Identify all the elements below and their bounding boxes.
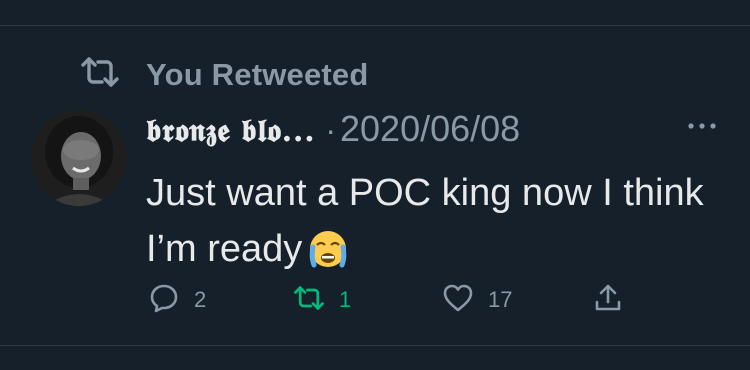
retweet-button[interactable]: 1 [293, 280, 351, 320]
retweet-count: 1 [339, 287, 352, 312]
like-button[interactable]: 17 [442, 280, 512, 320]
share-icon [592, 282, 624, 319]
tweet-actions: 2 1 17 [0, 280, 750, 320]
tweet-body: Just want a POC king now I think I’m rea… [146, 165, 706, 277]
retweet-icon [293, 282, 325, 319]
retweet-banner-label: You Retweeted [146, 56, 369, 92]
tweet-header: 𝖇𝖗𝖔𝖓𝖟𝖊 𝖇𝖑𝖔... · 2020/06/08 [146, 108, 520, 150]
retweet-banner[interactable]: You Retweeted [80, 54, 369, 95]
header-separator: · [325, 112, 336, 148]
tweet-date[interactable]: 2020/06/08 [340, 108, 520, 150]
retweet-icon [80, 54, 120, 95]
bottom-divider [0, 345, 750, 346]
reply-button[interactable]: 2 [148, 280, 206, 320]
reply-icon [148, 282, 180, 319]
crying-face-emoji-icon [308, 229, 348, 269]
heart-icon [442, 282, 474, 319]
author-display-name[interactable]: 𝖇𝖗𝖔𝖓𝖟𝖊 𝖇𝖑𝖔... [146, 113, 315, 150]
more-options-icon[interactable] [686, 120, 718, 132]
avatar[interactable] [31, 110, 127, 206]
reply-count: 2 [194, 287, 207, 312]
like-count: 17 [488, 287, 513, 312]
tweet-text: Just want a POC king now I think I’m rea… [146, 172, 704, 270]
top-divider [0, 25, 750, 26]
share-button[interactable] [592, 280, 624, 320]
